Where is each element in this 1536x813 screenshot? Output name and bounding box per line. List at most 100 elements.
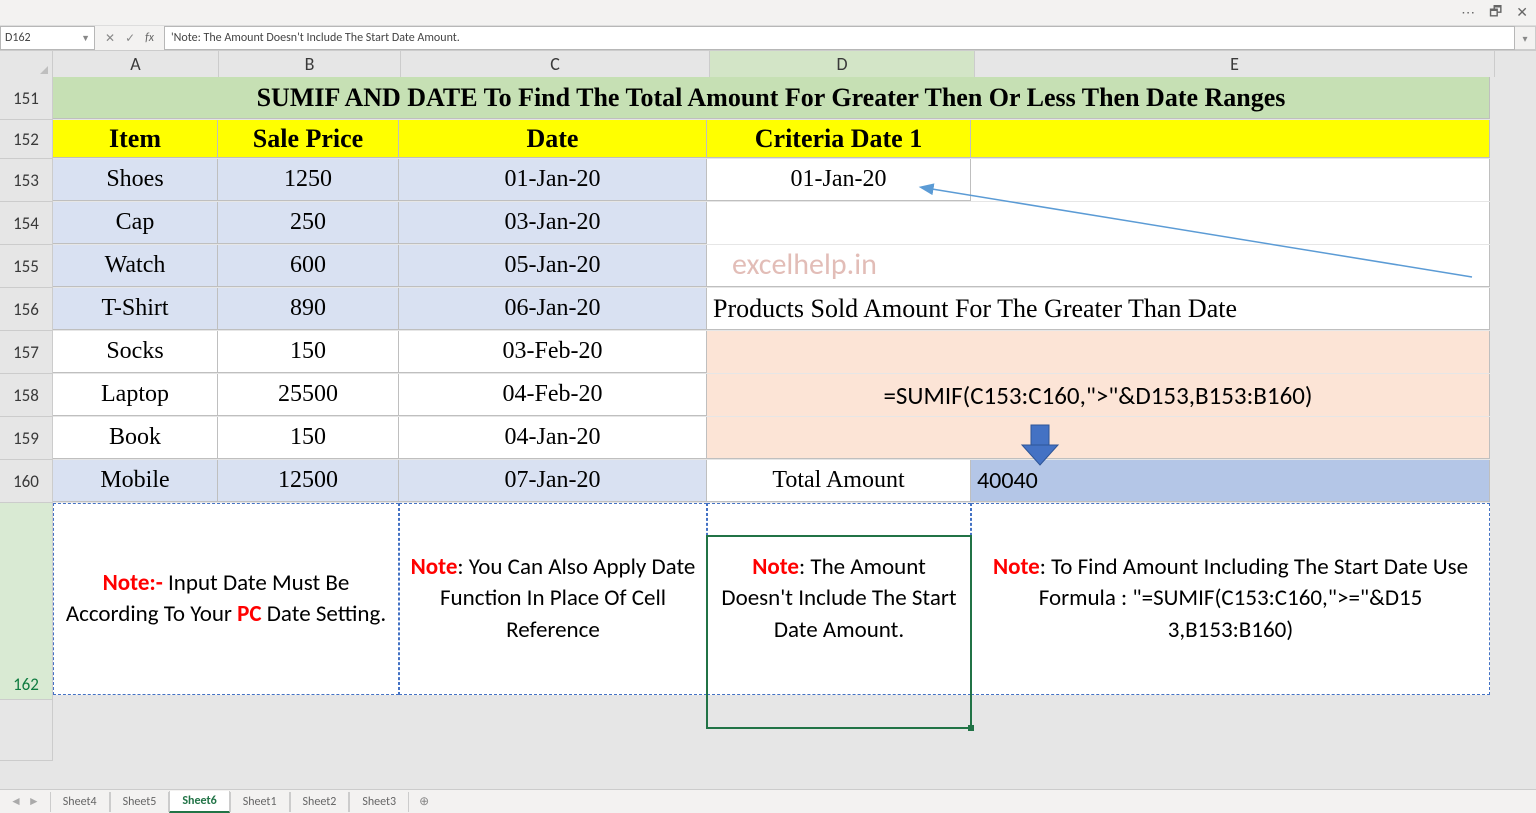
- name-box[interactable]: D162 ▼: [0, 26, 95, 50]
- row-158: 158 Laptop 25500 04-Feb-20 =SUMIF(C153:C…: [0, 374, 1536, 417]
- note-prefix: Note: [752, 553, 799, 581]
- cell-C160[interactable]: 07-Jan-20: [399, 460, 707, 502]
- cell-A157[interactable]: Socks: [53, 331, 218, 373]
- note-ab[interactable]: Note:- Input Date Must Be According To Y…: [53, 503, 399, 695]
- select-all-corner[interactable]: [0, 51, 53, 78]
- confirm-icon[interactable]: ✓: [125, 31, 135, 46]
- header-item[interactable]: Item: [53, 120, 218, 158]
- cell-C155[interactable]: 05-Jan-20: [399, 245, 707, 287]
- greater-than-label[interactable]: Products Sold Amount For The Greater Tha…: [707, 288, 1490, 330]
- cell-C153[interactable]: 01-Jan-20: [399, 159, 707, 201]
- formula-expand-icon[interactable]: ▾: [1515, 26, 1536, 50]
- col-header-D[interactable]: D: [710, 51, 975, 79]
- cell-extra: [1490, 288, 1536, 330]
- note-d[interactable]: Note: The Amount Doesn't Include The Sta…: [707, 503, 971, 695]
- row-header-158[interactable]: 158: [0, 374, 53, 417]
- row-157: 157 Socks 150 03-Feb-20: [0, 331, 1536, 374]
- row-header-157[interactable]: 157: [0, 331, 53, 374]
- row-header-extra[interactable]: [0, 700, 53, 761]
- note-prefix: Note:-: [103, 569, 168, 597]
- cell-D153[interactable]: 01-Jan-20: [707, 159, 971, 201]
- tab-next-icon[interactable]: ►: [28, 794, 40, 809]
- tab-sheet1[interactable]: Sheet1: [230, 792, 290, 812]
- cell-A159[interactable]: Book: [53, 417, 218, 459]
- col-header-A[interactable]: A: [53, 51, 219, 78]
- total-amount-label[interactable]: Total Amount: [707, 460, 971, 502]
- cell-B156[interactable]: 890: [218, 288, 399, 330]
- col-header-B[interactable]: B: [219, 51, 401, 78]
- grid-body: 151 SUMIF AND DATE To Find The Total Amo…: [0, 77, 1536, 761]
- cell-extra: [1490, 77, 1536, 119]
- fx-icon[interactable]: fx: [145, 31, 154, 45]
- header-criteria-date[interactable]: Criteria Date 1: [707, 120, 971, 158]
- cell-A154[interactable]: Cap: [53, 202, 218, 244]
- cell-B160[interactable]: 12500: [218, 460, 399, 502]
- add-sheet-icon[interactable]: ⊕: [409, 794, 439, 809]
- total-amount-value[interactable]: 40040: [971, 460, 1490, 502]
- selection-handle[interactable]: [968, 725, 974, 731]
- title-cell[interactable]: SUMIF AND DATE To Find The Total Amount …: [53, 77, 1490, 119]
- cell-E153[interactable]: [971, 159, 1490, 201]
- note-prefix: Note: [993, 553, 1040, 581]
- cell-A158[interactable]: Laptop: [53, 374, 218, 416]
- cell-C156[interactable]: 06-Jan-20: [399, 288, 707, 330]
- cell-A160[interactable]: Mobile: [53, 460, 218, 502]
- row-header-156[interactable]: 156: [0, 288, 53, 331]
- formula-box-top[interactable]: [707, 331, 1490, 373]
- tab-nav[interactable]: ◄ ►: [0, 794, 50, 809]
- row-header-154[interactable]: 154: [0, 202, 53, 245]
- note-body: : To Find Amount Including The Start Dat…: [1039, 553, 1468, 643]
- row-header-151[interactable]: 151: [0, 77, 53, 120]
- tab-sheet5[interactable]: Sheet5: [110, 792, 170, 812]
- row-header-153[interactable]: 153: [0, 159, 53, 202]
- name-box-dropdown-icon[interactable]: ▼: [81, 33, 90, 44]
- note-c[interactable]: Note: You Can Also Apply Date Function I…: [399, 503, 707, 695]
- tab-sheet4[interactable]: Sheet4: [50, 792, 110, 812]
- note-e[interactable]: Note: To Find Amount Including The Start…: [971, 503, 1490, 695]
- row-151: 151 SUMIF AND DATE To Find The Total Amo…: [0, 77, 1536, 120]
- merged-155[interactable]: [707, 245, 1490, 287]
- formula-display[interactable]: =SUMIF(C153:C160,">"&D153,B153:B160): [707, 374, 1490, 416]
- cell-C159[interactable]: 04-Jan-20: [399, 417, 707, 459]
- cell-C154[interactable]: 03-Jan-20: [399, 202, 707, 244]
- col-header-E[interactable]: E: [975, 51, 1495, 78]
- row-160: 160 Mobile 12500 07-Jan-20 Total Amount …: [0, 460, 1536, 503]
- row-156: 156 T-Shirt 890 06-Jan-20 Products Sold …: [0, 288, 1536, 331]
- close-icon[interactable]: ✕: [1516, 4, 1528, 21]
- row-header-155[interactable]: 155: [0, 245, 53, 288]
- cell-C158[interactable]: 04-Feb-20: [399, 374, 707, 416]
- tab-sheet2[interactable]: Sheet2: [290, 792, 350, 812]
- cancel-icon[interactable]: ✕: [105, 31, 115, 46]
- cell-C157[interactable]: 03-Feb-20: [399, 331, 707, 373]
- col-header-C[interactable]: C: [401, 51, 710, 78]
- more-icon[interactable]: ⋯: [1461, 4, 1475, 21]
- row-header-159[interactable]: 159: [0, 417, 53, 460]
- col-header-extra[interactable]: [1495, 51, 1536, 78]
- cell-A153[interactable]: Shoes: [53, 159, 218, 201]
- formula-box-bottom[interactable]: [707, 417, 1490, 459]
- row-header-162[interactable]: 162: [0, 503, 53, 700]
- sheet-tabs: ◄ ► Sheet4 Sheet5 Sheet6 Sheet1 Sheet2 S…: [0, 789, 1536, 813]
- merged-D154-E155[interactable]: [707, 202, 1490, 244]
- cell-B153[interactable]: 1250: [218, 159, 399, 201]
- cell-B157[interactable]: 150: [218, 331, 399, 373]
- cell-A156[interactable]: T-Shirt: [53, 288, 218, 330]
- cell-extra: [1490, 331, 1536, 373]
- cell-B154[interactable]: 250: [218, 202, 399, 244]
- header-sale-price[interactable]: Sale Price: [218, 120, 399, 158]
- cell-B158[interactable]: 25500: [218, 374, 399, 416]
- formula-input[interactable]: 'Note: The Amount Doesn't Include The St…: [164, 26, 1515, 50]
- cell-B159[interactable]: 150: [218, 417, 399, 459]
- cell-B155[interactable]: 600: [218, 245, 399, 287]
- row-header-160[interactable]: 160: [0, 460, 53, 503]
- tab-sheet6[interactable]: Sheet6: [169, 791, 229, 813]
- note-c-text: Note: You Can Also Apply Date Function I…: [406, 552, 700, 645]
- tab-prev-icon[interactable]: ◄: [10, 794, 22, 809]
- restore-icon[interactable]: 🗗: [1489, 1, 1502, 25]
- cell-A155[interactable]: Watch: [53, 245, 218, 287]
- tab-sheet3[interactable]: Sheet3: [349, 792, 409, 812]
- row-header-152[interactable]: 152: [0, 120, 53, 159]
- header-date[interactable]: Date: [399, 120, 707, 158]
- header-empty[interactable]: [971, 120, 1490, 158]
- title-bar: ⋯ 🗗 ✕: [0, 0, 1536, 26]
